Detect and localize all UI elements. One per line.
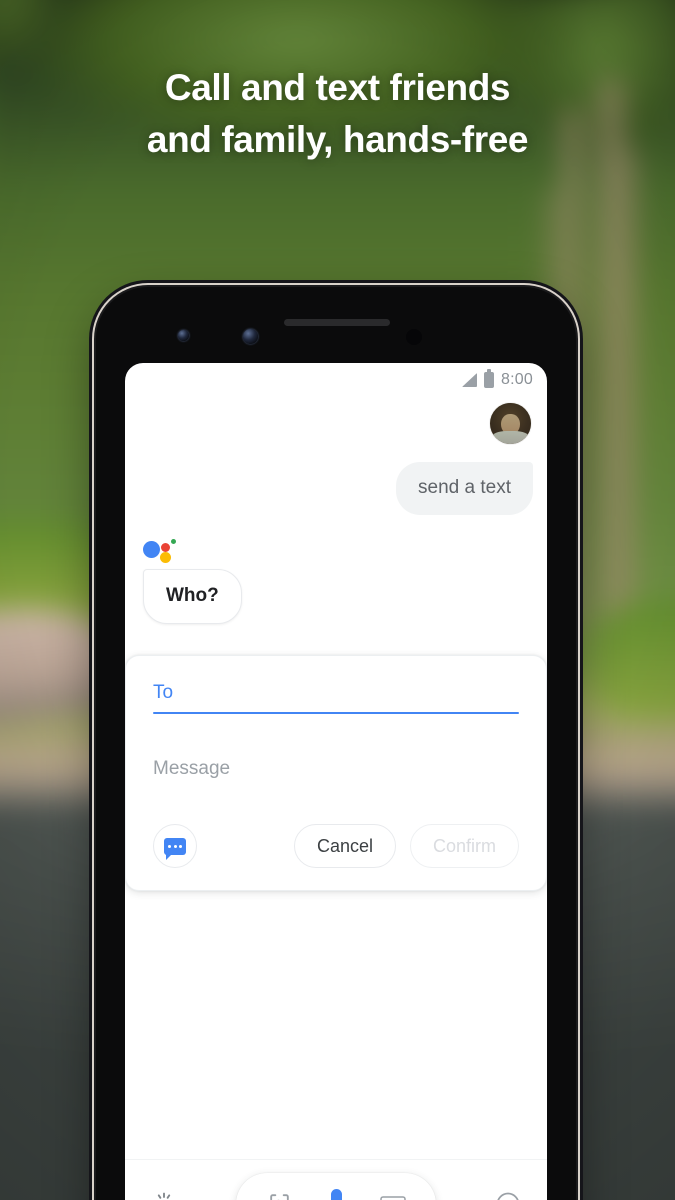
front-camera-secondary-icon <box>243 329 258 344</box>
google-assistant-logo <box>143 537 177 563</box>
cancel-button[interactable]: Cancel <box>293 824 396 868</box>
assistant-conversation: send a text Who? To Message Cancel Confi… <box>125 397 547 891</box>
to-field-underline <box>153 712 519 714</box>
assistant-bottom-bar <box>125 1159 547 1200</box>
message-field-placeholder[interactable]: Message <box>153 758 519 780</box>
signal-bars-icon <box>462 373 478 387</box>
snapshot-inbox-icon[interactable] <box>147 1187 181 1200</box>
compose-message-card: To Message Cancel Confirm <box>125 655 547 891</box>
card-action-row: Cancel Confirm <box>153 824 519 868</box>
confirm-button[interactable]: Confirm <box>409 824 519 868</box>
headline-line-1: Call and text friends <box>164 67 511 108</box>
avatar <box>490 403 531 444</box>
keyboard-icon[interactable] <box>376 1187 410 1200</box>
message-dots <box>164 838 186 855</box>
proximity-sensor-icon <box>406 329 422 345</box>
earpiece-speaker <box>284 319 390 326</box>
assistant-response-block: Who? <box>125 537 547 624</box>
headline-line-2: and family, hands-free <box>146 119 529 160</box>
mic-capsule-blue <box>331 1188 342 1200</box>
message-bubble-icon <box>164 837 186 860</box>
status-bar-clock: 8:00 <box>501 371 533 388</box>
to-field-label[interactable]: To <box>153 682 519 712</box>
assistant-dot-yellow <box>160 552 171 563</box>
assistant-dot-red <box>161 543 170 552</box>
user-message-bubble: send a text <box>396 462 533 515</box>
avatar-backdrop <box>490 403 531 444</box>
phone-screen: 8:00 send a text Who? To Message Cancel … <box>125 363 547 1200</box>
assistant-dot-green <box>171 539 176 544</box>
promo-screenshot: Call and text friends and family, hands-… <box>0 0 675 1200</box>
status-bar: 8:00 <box>125 363 547 397</box>
user-message-row: send a text <box>125 462 547 515</box>
assistant-message-bubble: Who? <box>143 569 242 624</box>
front-camera-icon <box>178 330 189 341</box>
battery-full-icon <box>484 369 495 388</box>
google-mic-icon[interactable] <box>319 1188 353 1200</box>
promo-headline: Call and text friends and family, hands-… <box>0 62 675 166</box>
avatar-row <box>125 403 547 444</box>
explore-compass-icon[interactable] <box>491 1187 525 1200</box>
message-bubble-icon-button[interactable] <box>153 824 197 868</box>
google-lens-icon[interactable] <box>262 1187 296 1200</box>
assistant-input-pill <box>236 1172 436 1200</box>
assistant-dot-blue <box>143 541 160 558</box>
assistant-message-row: Who? <box>143 569 547 624</box>
